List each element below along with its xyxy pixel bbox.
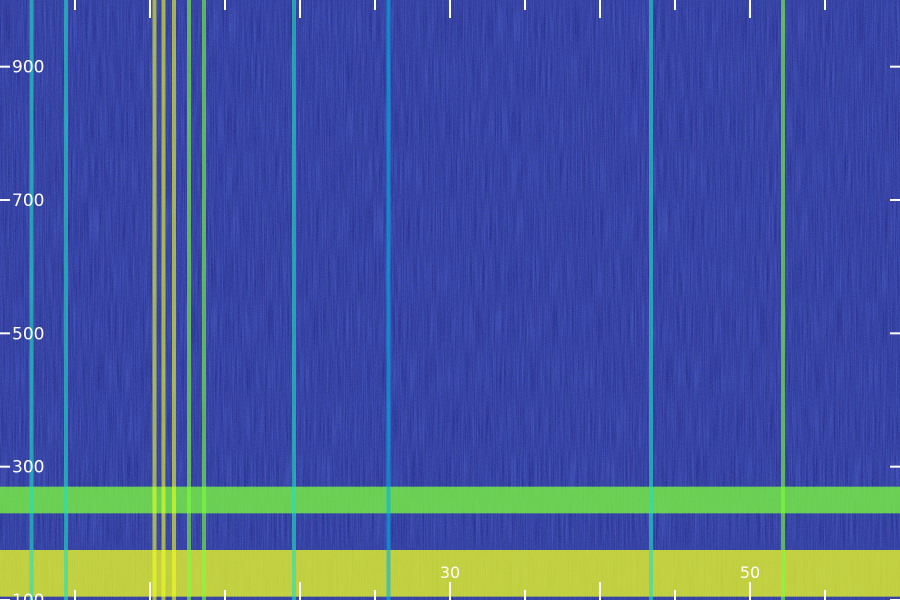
vertical-line-5 (187, 0, 191, 600)
vertical-line-2 (152, 0, 157, 600)
x-tick-label-50: 50 (740, 563, 760, 582)
y-tick-label-300: 300 (12, 458, 44, 478)
vertical-line-3 (161, 0, 166, 600)
vertical-line-4 (172, 0, 176, 600)
vertical-line-8 (386, 0, 391, 600)
vertical-line-7 (292, 0, 296, 600)
y-tick-label-700: 700 (12, 191, 44, 211)
x-tick-label-30: 30 (440, 563, 460, 582)
y-tick-label-500: 500 (12, 324, 44, 344)
vertical-line-0 (29, 0, 34, 600)
vertical-line-6 (202, 0, 206, 600)
vertical-line-10 (781, 0, 785, 600)
vertical-line-1 (64, 0, 68, 600)
y-tick-label-100: 100 (12, 591, 44, 600)
y-tick-label-900: 900 (12, 58, 44, 78)
vertical-line-9 (649, 0, 653, 600)
band-0 (0, 486, 900, 514)
spectrogram-chart: 100 300 500 700 900 30 50 (0, 0, 900, 600)
